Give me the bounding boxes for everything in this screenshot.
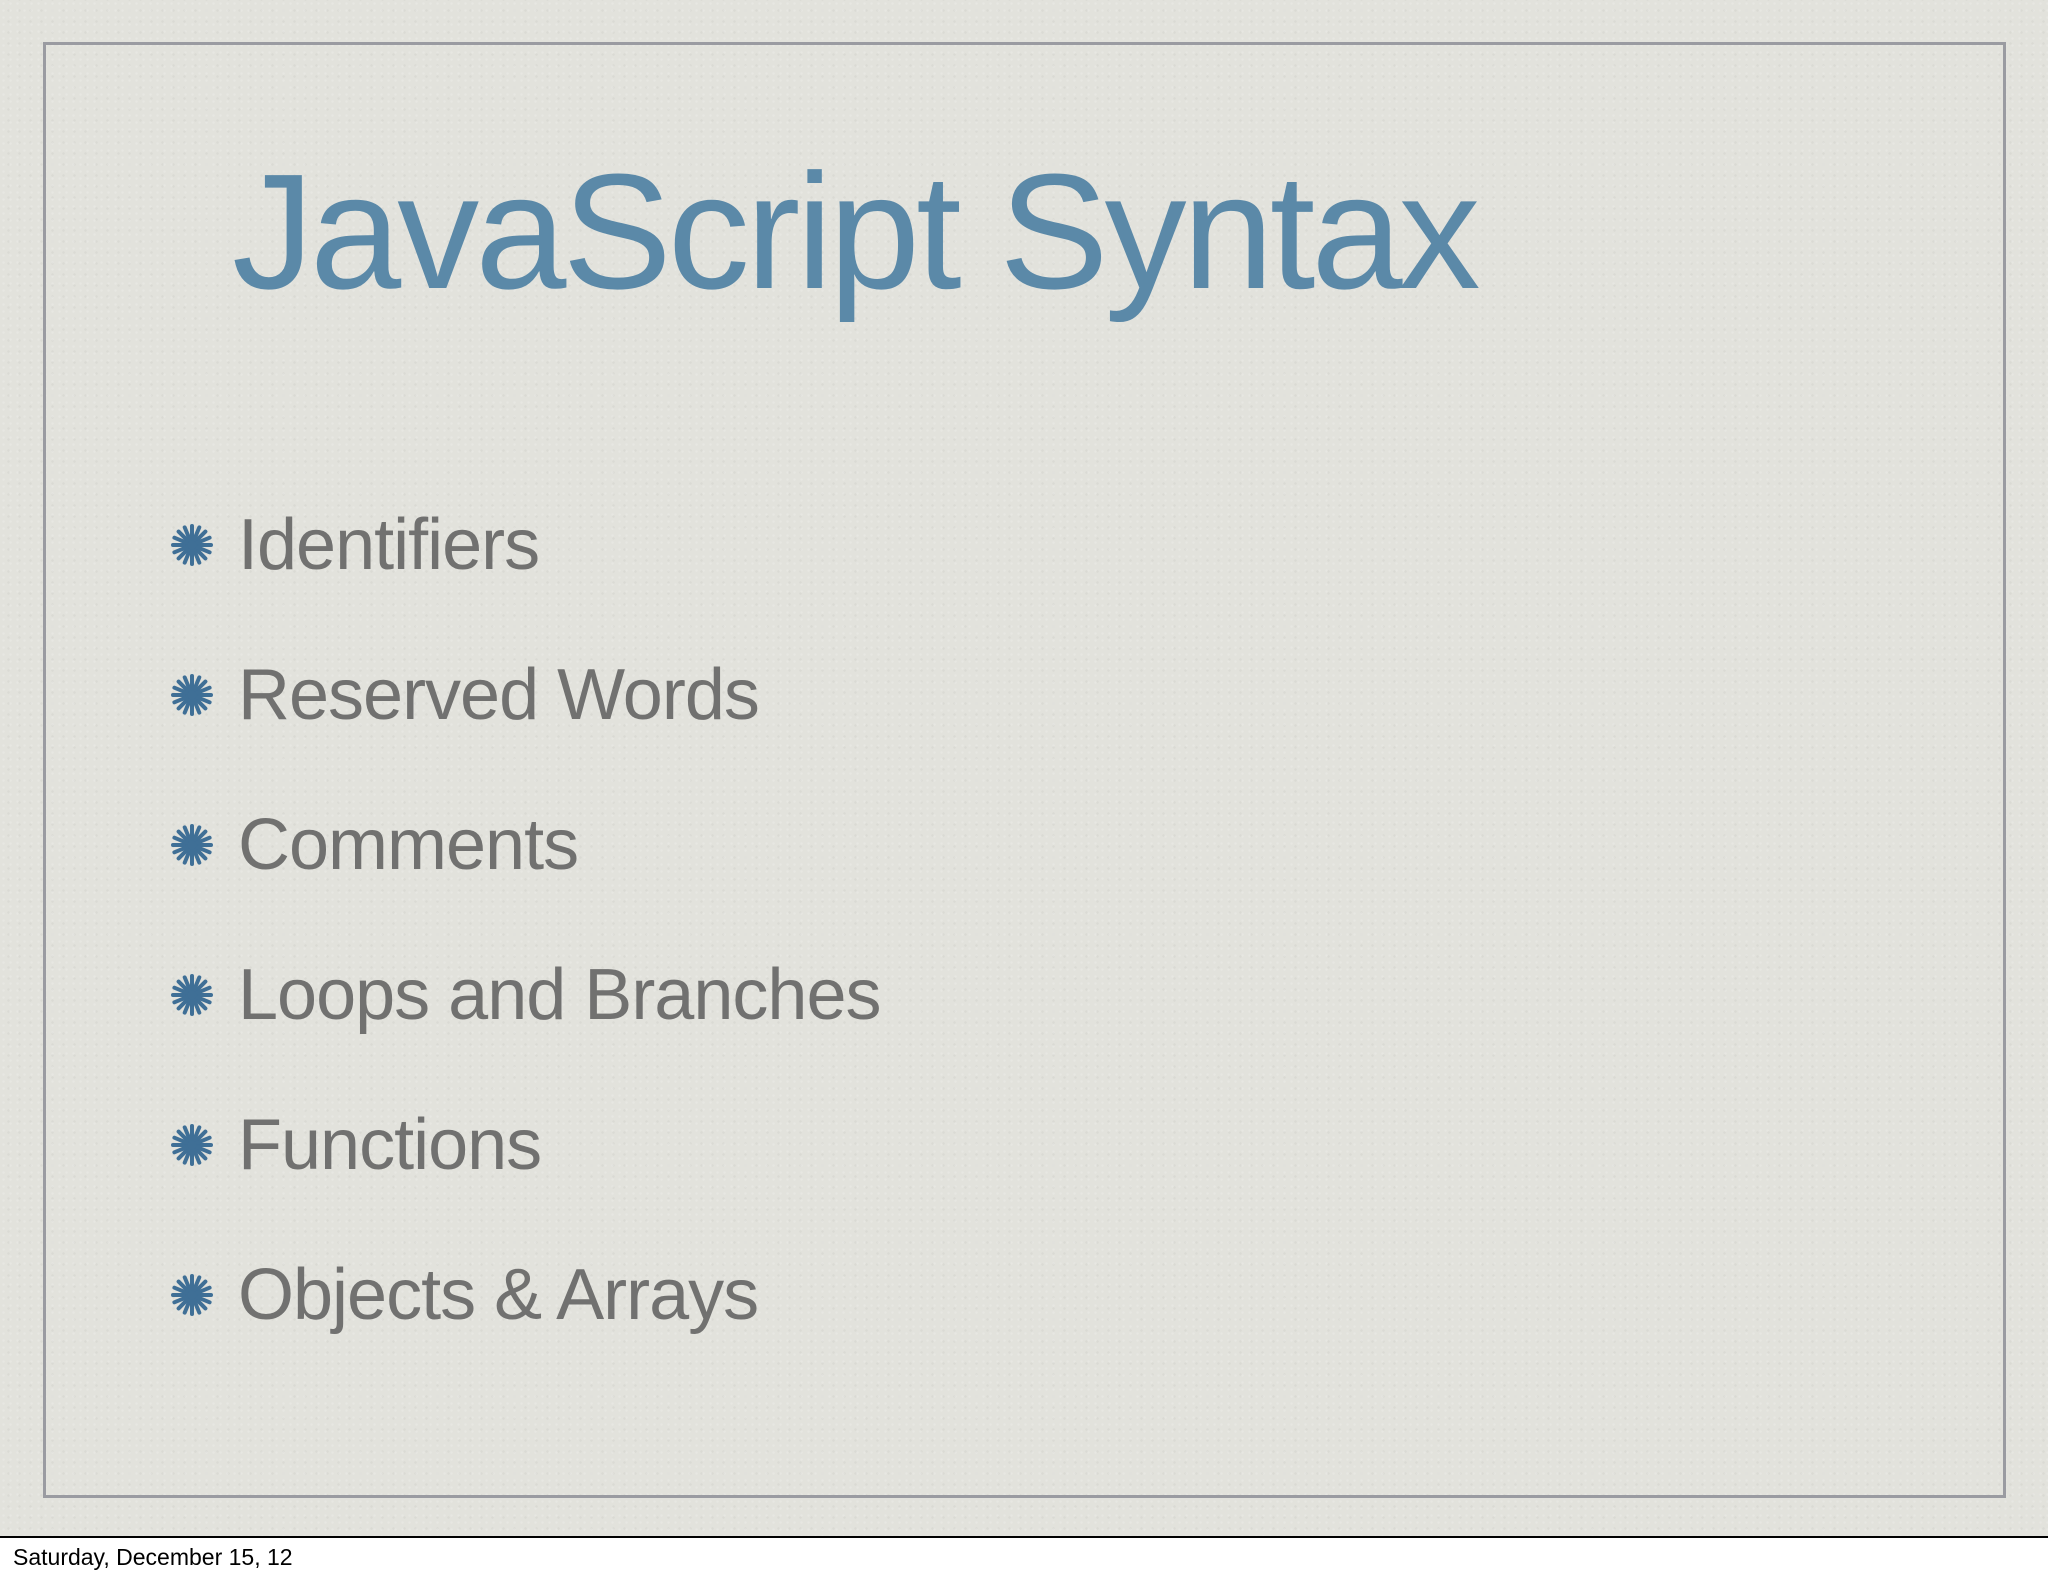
slide-title: JavaScript Syntax: [232, 140, 1481, 323]
bullet-label: Functions: [238, 1105, 542, 1185]
bullet-label: Objects & Arrays: [238, 1255, 759, 1335]
asterisk-bullet-icon: [171, 674, 213, 716]
bullet-item-functions: Functions: [168, 1070, 880, 1220]
bullet-item-identifiers: Identifiers: [168, 470, 880, 620]
asterisk-bullet-icon: [171, 824, 213, 866]
asterisk-bullet-icon: [171, 974, 213, 1016]
bullet-label: Identifiers: [238, 505, 540, 585]
asterisk-bullet-icon: [171, 1274, 213, 1316]
print-footer: Saturday, December 15, 12: [0, 1536, 2048, 1576]
asterisk-bullet-icon: [171, 1124, 213, 1166]
bullet-item-comments: Comments: [168, 770, 880, 920]
footer-date: Saturday, December 15, 12: [13, 1544, 293, 1570]
bullet-label: Comments: [238, 805, 579, 885]
bullet-item-objects-and-arrays: Objects & Arrays: [168, 1220, 880, 1370]
asterisk-bullet-icon: [171, 524, 213, 566]
bullet-label: Loops and Branches: [238, 955, 881, 1035]
bullet-item-reserved-words: Reserved Words: [168, 620, 880, 770]
bullet-label: Reserved Words: [238, 655, 760, 735]
slide: JavaScript Syntax Identifiers Reserved W…: [0, 0, 2048, 1536]
bullet-list: Identifiers Reserved Words Comments Loop…: [168, 470, 881, 1370]
bullet-item-loops-and-branches: Loops and Branches: [168, 920, 881, 1070]
